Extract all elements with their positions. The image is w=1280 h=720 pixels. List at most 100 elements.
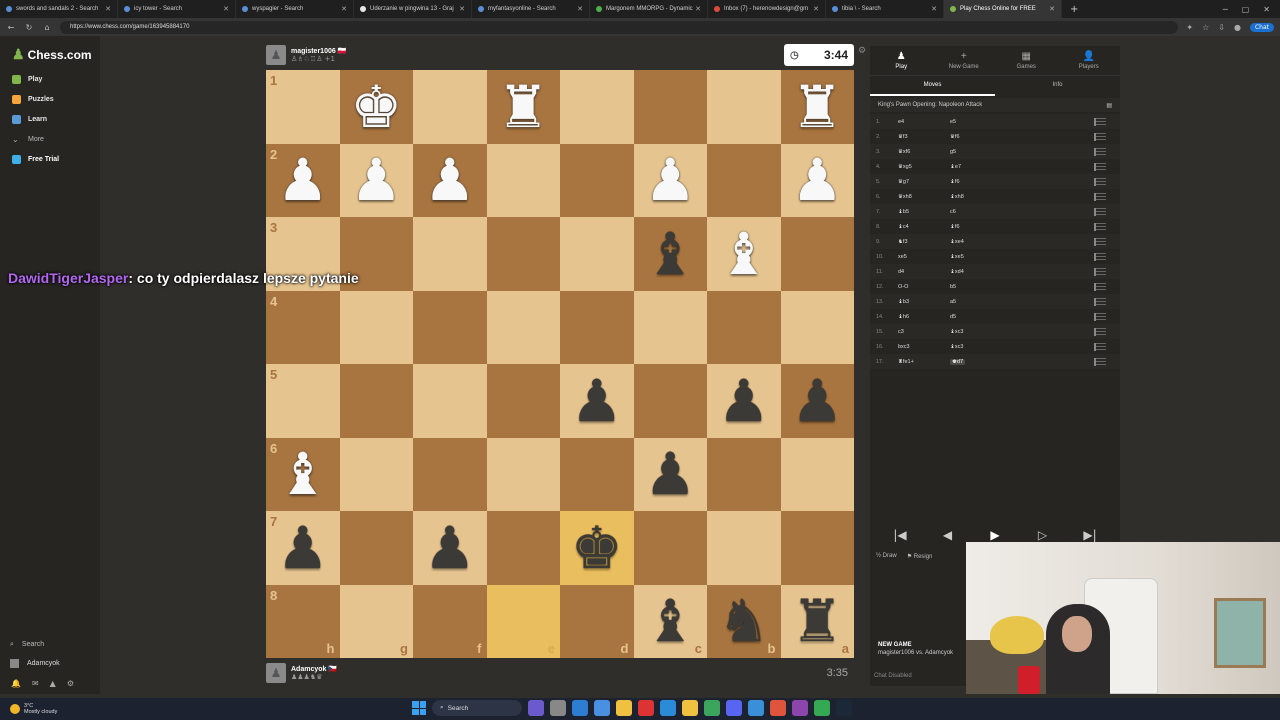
square-e4[interactable] (486, 290, 560, 364)
black-move[interactable]: ♝e7 (950, 164, 1010, 170)
black-move[interactable]: ♝xe4 (950, 239, 1010, 245)
bookmark-star-icon[interactable]: ☆ (1202, 23, 1209, 32)
black-move[interactable]: ♝xc3 (950, 344, 1010, 350)
white-move[interactable]: ♛g7 (898, 179, 950, 185)
first-move-button[interactable]: |◀ (880, 524, 920, 546)
close-tab-icon[interactable]: ✕ (341, 5, 347, 13)
square-c4[interactable] (633, 290, 707, 364)
app-icon[interactable] (748, 700, 764, 716)
board-settings-icon[interactable]: ⚙ (858, 46, 866, 56)
square-b8[interactable]: b ♞ (707, 584, 781, 658)
square-h4[interactable]: 4 (266, 290, 340, 364)
white-pawn-icon[interactable]: ♟ (791, 151, 843, 209)
square-d7[interactable]: ♚ (560, 511, 634, 585)
square-e2[interactable] (486, 143, 560, 217)
black-pawn-icon[interactable]: ♟ (277, 519, 329, 577)
square-a6[interactable] (780, 437, 854, 511)
white-move[interactable]: e4 (898, 119, 950, 125)
browser-tab[interactable]: icy tower - Search ✕ (118, 0, 236, 18)
close-tab-icon[interactable]: ✕ (105, 5, 111, 13)
black-pawn-icon[interactable]: ♟ (718, 372, 770, 430)
discord-icon[interactable] (726, 700, 742, 716)
close-window-icon[interactable]: ✕ (1263, 5, 1270, 14)
black-move[interactable]: c6 (950, 209, 1010, 215)
black-pawn-icon[interactable]: ♟ (791, 372, 843, 430)
square-h1[interactable]: 1 (266, 70, 340, 144)
square-a2[interactable]: ♟ (780, 143, 854, 217)
square-f4[interactable] (413, 290, 487, 364)
square-a4[interactable] (780, 290, 854, 364)
black-bishop-icon[interactable]: ♝ (644, 225, 696, 283)
sidebar-search[interactable]: ⌕ Search (0, 635, 100, 654)
square-e6[interactable] (486, 437, 560, 511)
tab-new-game[interactable]: + New Game (933, 46, 996, 75)
square-e7[interactable] (486, 511, 560, 585)
book-icon[interactable]: ▤ (1106, 102, 1112, 109)
white-pawn-icon[interactable]: ♟ (644, 151, 696, 209)
sidebar-item-learn[interactable]: Learn (0, 109, 100, 129)
home-icon[interactable]: ⌂ (42, 23, 52, 32)
square-a8[interactable]: a ♜ (780, 584, 854, 658)
chat-button[interactable]: Chat (1249, 22, 1274, 32)
back-icon[interactable]: ← (6, 23, 16, 32)
square-d1[interactable] (560, 70, 634, 144)
white-rook-icon[interactable]: ♜ (791, 78, 843, 136)
square-b5[interactable]: ♟ (707, 364, 781, 438)
steam-icon[interactable] (836, 700, 852, 716)
maximize-icon[interactable]: ▢ (1242, 5, 1250, 14)
square-f3[interactable] (413, 217, 487, 291)
draw-button[interactable]: ½ Draw (876, 553, 897, 560)
close-tab-icon[interactable]: ✕ (1049, 5, 1055, 13)
square-b6[interactable] (707, 437, 781, 511)
black-rook-icon[interactable]: ♜ (791, 592, 843, 650)
black-move[interactable]: ♝xc3 (950, 329, 1010, 335)
square-h5[interactable]: 5 (266, 364, 340, 438)
app-icon[interactable] (638, 700, 654, 716)
square-g1[interactable]: ♚ (339, 70, 413, 144)
weather-widget[interactable]: 3°C Mostly cloudy (0, 703, 57, 715)
square-f8[interactable]: f (413, 584, 487, 658)
square-b7[interactable] (707, 511, 781, 585)
white-move[interactable]: ♛xh8 (898, 194, 950, 200)
browser-tab[interactable]: Inbox (7) - herenowdesign@gm ✕ (708, 0, 826, 18)
top-player-name[interactable]: magister1006 🇵🇱 (291, 47, 346, 55)
square-e8[interactable]: e (486, 584, 560, 658)
close-tab-icon[interactable]: ✕ (931, 5, 937, 13)
square-a3[interactable] (780, 217, 854, 291)
minimize-icon[interactable]: ─ (1223, 5, 1228, 14)
square-e5[interactable] (486, 364, 560, 438)
chess-com-logo[interactable]: ♟ Chess.com (0, 36, 100, 69)
task-view-icon[interactable] (550, 700, 566, 716)
square-f7[interactable]: ♟ (413, 511, 487, 585)
app-icon[interactable] (704, 700, 720, 716)
tab-moves[interactable]: Moves (870, 76, 995, 96)
opening-name[interactable]: King's Pawn Opening: Napoleon Attack (878, 102, 982, 108)
tab-players[interactable]: 👤 Players (1058, 46, 1121, 75)
black-king-icon[interactable]: ♚ (571, 519, 623, 577)
previous-move-button[interactable]: ◀ (928, 524, 968, 546)
sidebar-item-more[interactable]: ⌄ More (0, 129, 100, 149)
square-g5[interactable] (339, 364, 413, 438)
black-move[interactable]: ♝xd4 (950, 269, 1010, 275)
notifications-icon[interactable]: 🔔 (11, 679, 21, 688)
white-move[interactable]: ♛f3 (898, 134, 950, 140)
sidebar-item-puzzles[interactable]: Puzzles (0, 89, 100, 109)
square-c3[interactable]: ♝ (633, 217, 707, 291)
chrome-browser-icon[interactable] (814, 700, 830, 716)
white-move[interactable]: d4 (898, 269, 950, 275)
white-king-icon[interactable]: ♚ (350, 78, 402, 136)
url-input[interactable]: https://www.chess.com/game/163945884170 (60, 20, 1179, 34)
close-tab-icon[interactable]: ✕ (577, 5, 583, 13)
square-f2[interactable]: ♟ (413, 143, 487, 217)
white-pawn-icon[interactable]: ♟ (277, 151, 329, 209)
black-move[interactable]: ♛f6 (950, 134, 1010, 140)
close-tab-icon[interactable]: ✕ (813, 5, 819, 13)
square-g4[interactable] (339, 290, 413, 364)
square-g8[interactable]: g (339, 584, 413, 658)
black-move[interactable]: e5 (950, 119, 1010, 125)
new-tab-button[interactable]: + (1062, 4, 1086, 15)
browser-tab[interactable]: tibia \ - Search ✕ (826, 0, 944, 18)
windows-start-icon[interactable] (412, 701, 426, 715)
app-icon[interactable] (792, 700, 808, 716)
app-icon[interactable] (572, 700, 588, 716)
